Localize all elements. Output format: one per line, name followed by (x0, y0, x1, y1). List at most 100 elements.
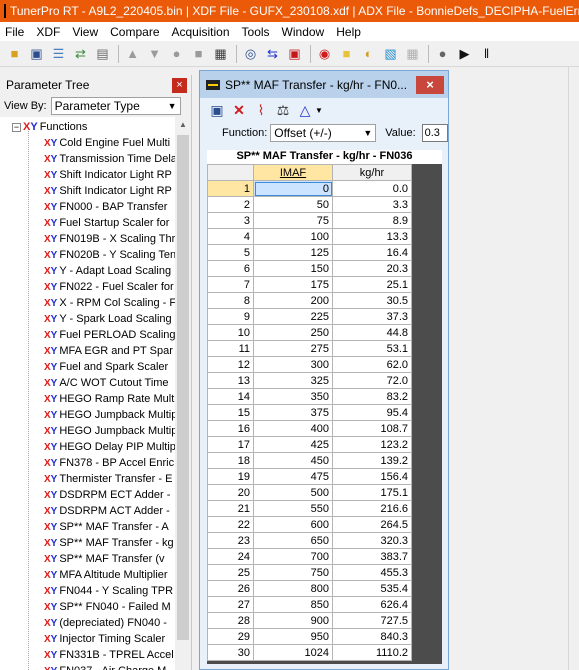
imaf-cell[interactable]: 50 (253, 196, 333, 213)
kghr-cell[interactable]: 44.8 (332, 324, 412, 341)
menu-xdf[interactable]: XDF (30, 25, 66, 39)
sheet-icon[interactable]: ▤ (94, 45, 111, 62)
kghr-cell[interactable]: 16.4 (332, 244, 412, 261)
save-icon[interactable]: ▣ (208, 101, 226, 119)
kghr-cell[interactable]: 13.3 (332, 228, 412, 245)
tree-item[interactable]: XY HEGO Jumpback Multip (44, 423, 175, 439)
imaf-cell[interactable]: 900 (253, 612, 333, 629)
imaf-cell[interactable]: 325 (253, 372, 333, 389)
tree-item[interactable]: XY FN000 - BAP Transfer (44, 199, 175, 215)
imaf-cell[interactable]: 200 (253, 292, 333, 309)
imaf-cell[interactable]: 100 (253, 228, 333, 245)
kghr-cell[interactable]: 156.4 (332, 468, 412, 485)
imaf-cell[interactable]: 125 (253, 244, 333, 261)
tree-item[interactable]: XY HEGO Ramp Rate Multi (44, 391, 175, 407)
imaf-cell[interactable]: 75 (253, 212, 333, 229)
tree-item[interactable]: XY FN020B - Y Scaling Ten (44, 247, 175, 263)
tree-item[interactable]: XY Fuel and Spark Scaler (44, 359, 175, 375)
kghr-cell[interactable]: 95.4 (332, 404, 412, 421)
tree-item[interactable]: XY Shift Indicator Light RP (44, 167, 175, 183)
emulator-icon[interactable]: ▣ (286, 45, 303, 62)
imaf-cell[interactable]: 550 (253, 500, 333, 517)
tree-item[interactable]: XY Injector Timing Scaler (44, 631, 175, 647)
close-icon[interactable]: × (172, 77, 187, 93)
main-window-scrollbar[interactable] (568, 67, 579, 670)
dot-icon[interactable]: ● (434, 45, 451, 62)
close-icon[interactable]: ✕ (230, 101, 248, 119)
imaf-cell[interactable]: 175 (253, 276, 333, 293)
scale-icon[interactable]: △ (296, 101, 314, 119)
menu-view[interactable]: View (66, 25, 104, 39)
imaf-cell[interactable]: 750 (253, 564, 333, 581)
view-by-select[interactable]: Parameter Type ▼ (50, 97, 181, 115)
scroll-thumb[interactable] (177, 135, 189, 640)
imaf-cell[interactable]: 500 (253, 484, 333, 501)
kghr-cell[interactable]: 216.6 (332, 500, 412, 517)
imaf-cell[interactable]: 600 (253, 516, 333, 533)
menu-tools[interactable]: Tools (236, 25, 276, 39)
tree-scrollbar[interactable]: ▲ (175, 117, 191, 670)
imaf-cell[interactable]: 0 (253, 180, 333, 197)
imaf-cell[interactable]: 650 (253, 532, 333, 549)
imaf-cell[interactable]: 475 (253, 468, 333, 485)
kghr-cell[interactable]: 3.3 (332, 196, 412, 213)
imaf-cell[interactable]: 350 (253, 388, 333, 405)
imaf-cell[interactable]: 800 (253, 580, 333, 597)
menu-window[interactable]: Window (276, 25, 331, 39)
column-header-kghr[interactable]: kg/hr (332, 164, 412, 181)
tree-item[interactable]: XY MFA Altitude Multiplier (44, 567, 175, 583)
tree-item[interactable]: XY Y - Spark Load Scaling (44, 311, 175, 327)
value-input[interactable] (421, 124, 448, 142)
imaf-cell[interactable]: 950 (253, 628, 333, 645)
compare-icon[interactable]: ⚖ (274, 101, 292, 119)
play-icon[interactable]: ▶ (456, 45, 473, 62)
tree-icon[interactable]: ☰ (50, 45, 67, 62)
circle-icon[interactable]: ● (168, 45, 185, 62)
tree-item[interactable]: XY Y - Adapt Load Scaling (44, 263, 175, 279)
kghr-cell[interactable]: 383.7 (332, 548, 412, 565)
tree-item[interactable]: XY Thermister Transfer - E (44, 471, 175, 487)
tree-item[interactable]: XY Shift Indicator Light RP (44, 183, 175, 199)
imaf-cell[interactable]: 150 (253, 260, 333, 277)
tree-item[interactable]: XY FN331B - TPREL Accel (44, 647, 175, 663)
kghr-cell[interactable]: 626.4 (332, 596, 412, 613)
view-icon[interactable]: ◐ (360, 45, 377, 62)
kghr-cell[interactable]: 72.0 (332, 372, 412, 389)
tree-item[interactable]: XY X - RPM Col Scaling - F (44, 295, 175, 311)
kghr-cell[interactable]: 535.4 (332, 580, 412, 597)
tree-item[interactable]: XY Cold Engine Fuel Multi (44, 135, 175, 151)
upload-icon[interactable]: ▲ (124, 45, 141, 62)
imaf-cell[interactable]: 375 (253, 404, 333, 421)
imaf-cell[interactable]: 225 (253, 308, 333, 325)
kghr-cell[interactable]: 0.0 (332, 180, 412, 197)
stop-icon[interactable]: ■ (190, 45, 207, 62)
tree-item[interactable]: XY HEGO Jumpback Multip (44, 407, 175, 423)
imaf-cell[interactable]: 275 (253, 340, 333, 357)
tree-item[interactable]: XY Fuel Startup Scaler for (44, 215, 175, 231)
imaf-cell[interactable]: 425 (253, 436, 333, 453)
swap-icon[interactable]: ⇆ (264, 45, 281, 62)
kghr-cell[interactable]: 25.1 (332, 276, 412, 293)
chevron-down-icon[interactable]: ▼ (315, 106, 323, 115)
note-icon[interactable]: ■ (338, 45, 355, 62)
tree-item[interactable]: XYFN037 - Air Charge M (44, 663, 175, 670)
menu-help[interactable]: Help (330, 25, 367, 39)
tree-item[interactable]: XY Transmission Time Dela (44, 151, 175, 167)
graph-icon[interactable]: ⌇ (252, 101, 270, 119)
imaf-cell[interactable]: 250 (253, 324, 333, 341)
kghr-cell[interactable]: 1110.2 (332, 644, 412, 661)
imaf-cell[interactable]: 1024 (253, 644, 333, 661)
kghr-cell[interactable]: 139.2 (332, 452, 412, 469)
kghr-cell[interactable]: 8.9 (332, 212, 412, 229)
imaf-cell[interactable]: 850 (253, 596, 333, 613)
kghr-cell[interactable]: 727.5 (332, 612, 412, 629)
chip-icon[interactable]: ▦ (212, 45, 229, 62)
tree-item[interactable]: XY FN044 - Y Scaling TPR (44, 583, 175, 599)
editor-close-button[interactable]: × (416, 75, 444, 94)
tree-item[interactable]: XY SP** MAF Transfer (v (44, 551, 175, 567)
kghr-cell[interactable]: 123.2 (332, 436, 412, 453)
menu-compare[interactable]: Compare (104, 25, 165, 39)
kghr-cell[interactable]: 455.3 (332, 564, 412, 581)
tree-item[interactable]: XY (depreciated) FN040 - (44, 615, 175, 631)
kghr-cell[interactable]: 20.3 (332, 260, 412, 277)
